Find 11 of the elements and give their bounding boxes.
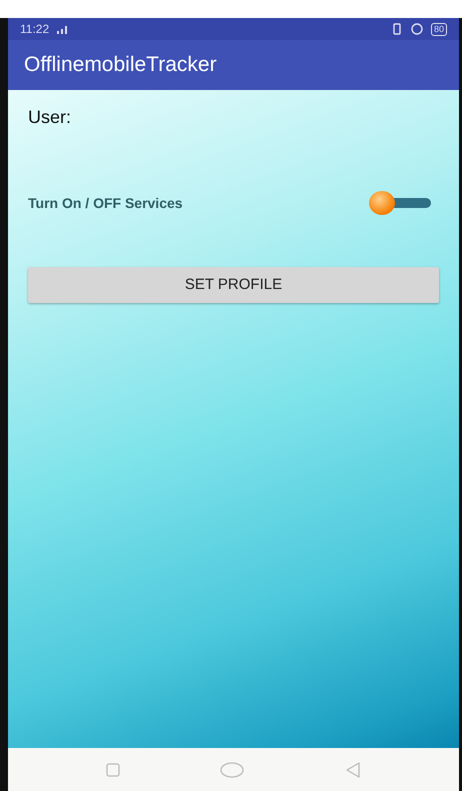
home-icon[interactable]	[220, 762, 244, 778]
recents-icon[interactable]	[106, 762, 120, 776]
services-switch[interactable]	[369, 191, 431, 215]
set-profile-button[interactable]: SET PROFILE	[28, 267, 439, 303]
back-icon[interactable]	[344, 762, 361, 778]
services-label: Turn On / OFF Services	[28, 194, 183, 212]
status-time: 11:22	[20, 21, 50, 38]
user-label: User:	[28, 106, 72, 129]
battery-level: 80	[430, 22, 447, 36]
signal-icon	[57, 24, 70, 34]
app-title: OfflinemobileTracker	[24, 52, 217, 78]
